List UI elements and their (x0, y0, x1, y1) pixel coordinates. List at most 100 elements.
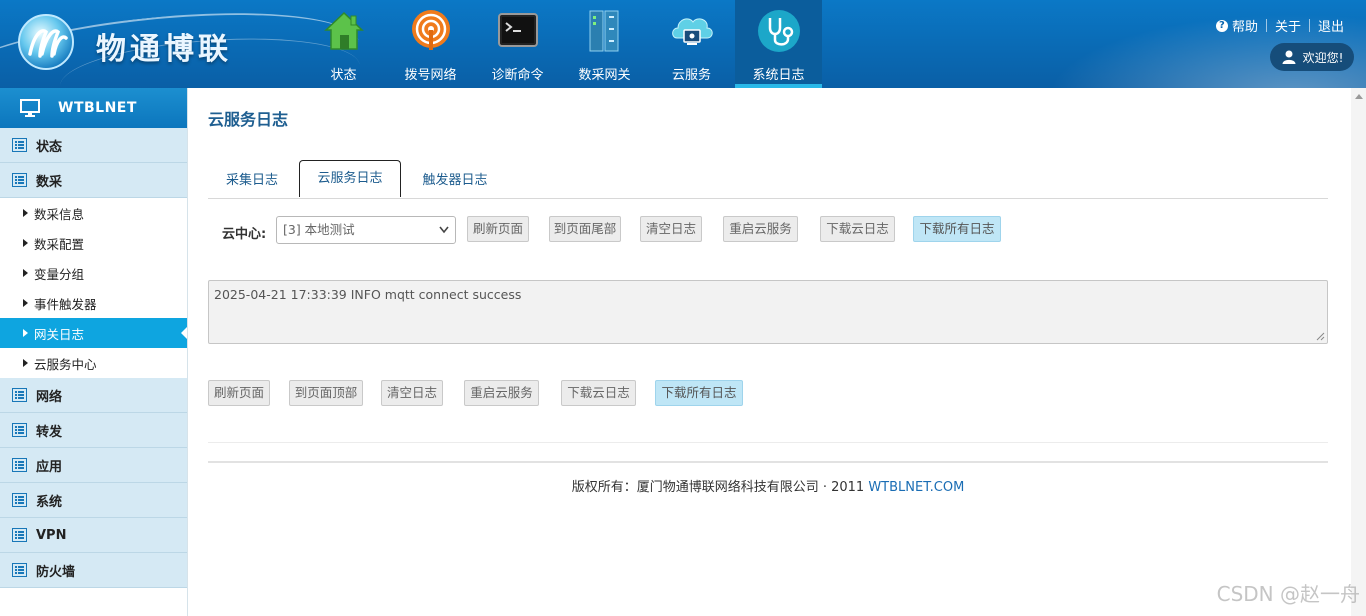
divider (208, 461, 1328, 463)
sidebar-section-application[interactable]: 应用 (0, 448, 187, 483)
nav-system-log-label: 系统日志 (752, 68, 805, 83)
bottom-controls: 刷新页面 到页面顶部 清空日志 重启云服务 下载云日志 下载所有日志 (208, 380, 1328, 408)
page-title: 云服务日志 (208, 110, 289, 129)
logo-text: 物通博联 (96, 32, 232, 67)
nav-gateway[interactable]: 数采网关 (561, 0, 648, 88)
list-icon (12, 493, 27, 507)
help-icon: ? (1215, 19, 1228, 32)
about-link[interactable]: 关于 (1275, 16, 1301, 35)
list-icon (12, 173, 27, 187)
divider (1308, 19, 1310, 32)
scrollbar[interactable] (1351, 88, 1366, 616)
nav-cloud-service[interactable]: 云服务 (648, 0, 735, 88)
footer-link[interactable]: WTBLNET.COM (868, 480, 964, 495)
sidebar-item-label: 变量分组 (34, 266, 85, 282)
sidebar-item-cloud-center[interactable]: 云服务中心 (0, 348, 187, 378)
sidebar-item-label: 云服务中心 (34, 356, 97, 372)
list-icon (12, 458, 27, 472)
restart-cloud-service-button[interactable]: 重启云服务 (464, 380, 539, 406)
sidebar-section-data-acquisition[interactable]: 数采 (0, 163, 187, 198)
nav-diagnose[interactable]: 诊断命令 (474, 0, 561, 88)
sidebar: WTBLNET 状态 数采 数采信息 数采配置 变量分组 事件触发器 网关日志 … (0, 88, 188, 616)
download-cloud-log-button[interactable]: 下载云日志 (561, 380, 636, 406)
home-icon (323, 11, 364, 50)
caret-right-icon (23, 209, 28, 217)
sidebar-section-system[interactable]: 系统 (0, 483, 187, 518)
list-icon (12, 563, 27, 577)
sidebar-item-data-config[interactable]: 数采配置 (0, 228, 187, 258)
sidebar-item-event-trigger[interactable]: 事件触发器 (0, 288, 187, 318)
scroll-up-arrow-icon[interactable] (1355, 94, 1363, 99)
divider (208, 442, 1328, 443)
sidebar-section-label: 防火墙 (36, 564, 76, 580)
log-tabs: 采集日志 云服务日志 触发器日志 (208, 160, 1328, 199)
log-output[interactable]: 2025-04-21 17:33:39 INFO mqtt connect su… (208, 280, 1328, 344)
brand-text: WTBLNET (58, 100, 137, 116)
refresh-page-button[interactable]: 刷新页面 (208, 380, 270, 406)
to-page-bottom-button[interactable]: 到页面尾部 (549, 216, 621, 242)
terminal-icon (497, 13, 538, 47)
download-cloud-log-button[interactable]: 下载云日志 (820, 216, 895, 242)
caret-right-icon (23, 359, 28, 367)
nav-dial-network[interactable]: 拨号网络 (387, 0, 474, 88)
sidebar-section-label: 网络 (36, 389, 63, 405)
to-page-top-button[interactable]: 到页面顶部 (289, 380, 363, 406)
cloud-service-icon (671, 18, 713, 45)
refresh-page-button[interactable]: 刷新页面 (467, 216, 529, 242)
caret-right-icon (23, 239, 28, 247)
sidebar-section-network[interactable]: 网络 (0, 378, 187, 413)
resize-handle-icon[interactable] (1316, 332, 1325, 341)
nav-diagnose-label: 诊断命令 (491, 68, 544, 83)
chevron-down-icon (439, 226, 449, 234)
list-icon (12, 528, 27, 542)
sidebar-item-gateway-log[interactable]: 网关日志 (0, 318, 187, 348)
caret-right-icon (23, 269, 28, 277)
sidebar-item-variable-group[interactable]: 变量分组 (0, 258, 187, 288)
sidebar-section-label: 应用 (36, 459, 63, 475)
caret-right-icon (23, 329, 28, 337)
sidebar-section-firewall[interactable]: 防火墙 (0, 553, 187, 588)
caret-right-icon (23, 299, 28, 307)
list-icon (12, 388, 27, 402)
nav-system-log[interactable]: 系统日志 (735, 0, 822, 88)
sidebar-item-label: 数采配置 (34, 236, 85, 252)
clear-log-button[interactable]: 清空日志 (381, 380, 443, 406)
tab-collect-log[interactable]: 采集日志 (208, 166, 296, 196)
help-link[interactable]: 帮助 (1232, 16, 1258, 35)
welcome-badge[interactable]: 欢迎您! (1270, 43, 1354, 71)
dial-network-icon (411, 10, 450, 50)
gateway-icon (589, 10, 618, 52)
nav-status[interactable]: 状态 (300, 0, 387, 88)
sidebar-section-forward[interactable]: 转发 (0, 413, 187, 448)
sidebar-item-label: 数采信息 (34, 206, 85, 222)
welcome-text: 欢迎您! (1302, 50, 1344, 65)
sidebar-item-label: 网关日志 (34, 326, 85, 342)
restart-cloud-service-button[interactable]: 重启云服务 (723, 216, 798, 242)
download-all-logs-button[interactable]: 下载所有日志 (655, 380, 743, 406)
nav-cloud-service-label: 云服务 (671, 68, 711, 83)
sidebar-section-label: 数采 (36, 174, 63, 190)
list-icon (12, 138, 27, 152)
top-header: 物通博联 状态 拨号网络 诊断命令 数采网关 云服务 系统日志 ? 帮助 关于 … (0, 0, 1366, 88)
watermark: CSDN @赵一舟 (1216, 582, 1360, 606)
sidebar-item-data-info[interactable]: 数采信息 (0, 198, 187, 228)
top-links: ? 帮助 关于 退出 (1215, 16, 1344, 35)
list-icon (12, 423, 27, 437)
sidebar-brand: WTBLNET (0, 88, 187, 128)
tab-cloud-service-log[interactable]: 云服务日志 (299, 160, 401, 197)
stethoscope-icon (757, 10, 800, 52)
copyright-text: 版权所有：厦门物通博联网络科技有限公司 · 2011 (571, 480, 865, 495)
divider (1265, 19, 1267, 32)
sidebar-item-label: 事件触发器 (34, 296, 97, 312)
nav-status-label: 状态 (330, 68, 357, 83)
sidebar-section-vpn[interactable]: VPN (0, 518, 187, 553)
top-controls: 云中心: [3] 本地测试 刷新页面 到页面尾部 清空日志 重启云服务 下载云日… (208, 216, 1328, 244)
cloud-center-select[interactable]: [3] 本地测试 (276, 216, 456, 244)
monitor-icon (20, 99, 40, 117)
download-all-logs-button[interactable]: 下载所有日志 (913, 216, 1001, 242)
clear-log-button[interactable]: 清空日志 (640, 216, 702, 242)
tab-trigger-log[interactable]: 触发器日志 (408, 166, 502, 196)
logout-link[interactable]: 退出 (1318, 16, 1344, 35)
sidebar-section-label: 状态 (36, 139, 63, 155)
sidebar-section-status[interactable]: 状态 (0, 128, 187, 163)
